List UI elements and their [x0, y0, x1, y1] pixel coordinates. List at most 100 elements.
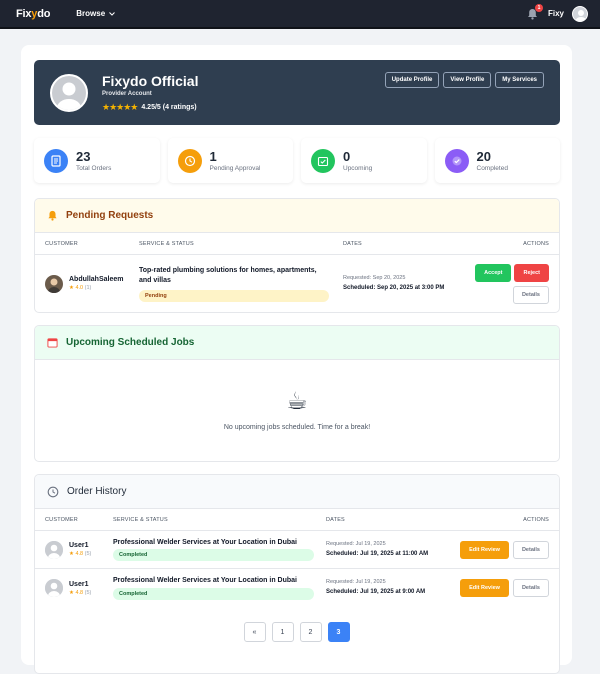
clock-icon: [177, 148, 202, 173]
service-cell: Professional Welder Services at Your Loc…: [113, 538, 326, 562]
fixydo-logo[interactable]: Fixydo: [16, 8, 50, 20]
bell-icon: [48, 210, 57, 221]
actions-cell: Edit Review Details: [460, 579, 549, 597]
service-title[interactable]: Professional Welder Services at Your Loc…: [113, 576, 314, 587]
customer-avatar: [45, 579, 63, 597]
col-dates: DATES: [326, 516, 345, 523]
customer-name[interactable]: User1: [69, 581, 91, 588]
profile-avatar: [50, 73, 88, 112]
panel-title: Pending Requests: [66, 210, 154, 221]
pagination-prev[interactable]: «: [243, 622, 266, 642]
stat-total-orders: 23 Total Orders: [34, 138, 160, 183]
profile-header: Fixydo Official Provider Account ★★★★★ 4…: [34, 60, 560, 125]
rating-text: 4.25/5 (4 ratings): [141, 103, 197, 111]
customer-name[interactable]: User1: [69, 542, 91, 549]
update-profile-button[interactable]: Update Profile: [384, 72, 440, 88]
dates-cell: Requested: Sep 20, 2025 Scheduled: Sep 2…: [343, 275, 463, 293]
browse-label: Browse: [76, 9, 106, 18]
order-history-panel: Order History CUSTOMER SERVICE & STATUS …: [34, 474, 560, 674]
details-button[interactable]: Details: [512, 579, 549, 597]
details-button[interactable]: Details: [512, 285, 549, 304]
stat-label: Completed: [476, 164, 508, 172]
top-navbar: Fixydo Browse 1 Fixy: [0, 0, 600, 29]
browse-menu[interactable]: Browse: [76, 9, 116, 18]
pending-requests-panel: Pending Requests CUSTOMER SERVICE & STAT…: [34, 198, 560, 313]
profile-name: Fixydo Official: [102, 72, 199, 89]
actions-cell: Edit Review Details: [460, 540, 549, 559]
empty-state: ☕ No upcoming jobs scheduled. Time for a…: [35, 360, 559, 460]
reject-button[interactable]: Reject: [514, 263, 549, 282]
edit-review-button[interactable]: Edit Review: [460, 540, 509, 559]
col-service: SERVICE & STATUS: [139, 240, 194, 247]
col-dates: DATES: [343, 240, 362, 247]
user-name[interactable]: Fixy: [548, 9, 564, 18]
pagination: « 1 2 3: [21, 622, 572, 642]
table-row: AbdullahSaleem ★ 4.0 (1) Top-rated plumb…: [35, 255, 559, 312]
table-row: User1 ★ 4.8 (5) Professional Welder Serv…: [35, 569, 559, 607]
calendar-check-icon: [311, 148, 335, 173]
stat-label: Upcoming: [343, 164, 373, 172]
stat-label: Pending Approval: [209, 164, 261, 172]
stat-pending-approval: 1 Pending Approval: [167, 138, 293, 183]
pagination-page-3[interactable]: 3: [327, 622, 350, 642]
stat-number: 0: [343, 148, 351, 164]
rating-stars: ★★★★★: [102, 101, 138, 112]
empty-message: No upcoming jobs scheduled. Time for a b…: [223, 423, 371, 431]
requested-date: Requested: Jul 19, 2025: [326, 540, 386, 547]
dates-cell: Requested: Jul 19, 2025 Scheduled: Jul 1…: [326, 579, 456, 597]
status-badge: Completed: [113, 587, 314, 600]
stat-number: 23: [76, 148, 91, 164]
panel-title: Upcoming Scheduled Jobs: [66, 337, 195, 348]
customer-avatar: [45, 274, 63, 293]
coffee-icon: ☕: [286, 387, 308, 415]
customer-cell: AbdullahSaleem ★ 4.0 (1): [45, 274, 139, 293]
stat-completed: 20 Completed: [434, 138, 560, 183]
panel-title: Order History: [67, 486, 127, 497]
details-button[interactable]: Details: [512, 540, 549, 559]
scheduled-date: Scheduled: Jul 19, 2025 at 11:00 AM: [326, 550, 429, 557]
view-profile-button[interactable]: View Profile: [443, 72, 492, 88]
scheduled-date: Scheduled: Sep 20, 2025 at 3:00 PM: [343, 284, 445, 291]
col-customer: CUSTOMER: [45, 240, 78, 247]
orders-icon: [44, 148, 68, 173]
calendar-icon: [47, 338, 58, 348]
status-badge: Pending: [139, 289, 329, 302]
order-history-header: Order History: [35, 475, 559, 509]
scheduled-date: Scheduled: Jul 19, 2025 at 9:00 AM: [326, 589, 426, 595]
customer-name[interactable]: AbdullahSaleem: [69, 276, 123, 283]
stat-number: 20: [476, 148, 491, 164]
notification-bell[interactable]: 1: [526, 3, 543, 21]
table-row: User1 ★ 4.8 (5) Professional Welder Serv…: [35, 531, 559, 569]
customer-rating: ★ 4.0 (1): [69, 285, 92, 291]
user-avatar[interactable]: [572, 5, 588, 22]
requested-date: Requested: Jul 19, 2025: [326, 579, 386, 585]
requested-date: Requested: Sep 20, 2025: [343, 274, 406, 281]
check-badge-icon: [444, 148, 469, 173]
clock-icon: [47, 486, 59, 497]
stats-row: 23 Total Orders 1 Pending Approval 0 Upcomi…: [34, 138, 560, 183]
col-actions: ACTIONS: [523, 240, 549, 247]
col-service: SERVICE & STATUS: [113, 516, 168, 523]
stat-upcoming: 0 Upcoming: [301, 138, 427, 183]
service-title[interactable]: Top-rated plumbing solutions for homes, …: [139, 266, 329, 287]
stat-number: 1: [209, 148, 217, 164]
edit-review-button[interactable]: Edit Review: [460, 579, 509, 597]
status-badge: Completed: [113, 549, 314, 562]
dashboard-container: Fixydo Official Provider Account ★★★★★ 4…: [21, 45, 572, 674]
service-cell: Professional Welder Services at Your Loc…: [113, 576, 326, 600]
customer-rating: ★ 4.8 (5): [69, 551, 92, 557]
pagination-page-2[interactable]: 2: [299, 622, 322, 642]
pending-requests-header: Pending Requests: [35, 199, 559, 233]
accept-button[interactable]: Accept: [475, 263, 512, 282]
customer-cell: User1 ★ 4.8 (5): [45, 540, 113, 559]
service-title[interactable]: Professional Welder Services at Your Loc…: [113, 538, 314, 549]
profile-role: Provider Account: [102, 90, 152, 97]
service-cell: Top-rated plumbing solutions for homes, …: [139, 266, 343, 302]
pagination-page-1[interactable]: 1: [271, 622, 294, 642]
notification-badge: 1: [534, 3, 543, 12]
customer-rating: ★ 4.8 (5): [69, 589, 92, 596]
col-actions: ACTIONS: [523, 516, 549, 523]
table-header: CUSTOMER SERVICE & STATUS DATES ACTIONS: [35, 509, 559, 531]
customer-avatar: [45, 540, 63, 559]
my-services-button[interactable]: My Services: [495, 72, 544, 88]
